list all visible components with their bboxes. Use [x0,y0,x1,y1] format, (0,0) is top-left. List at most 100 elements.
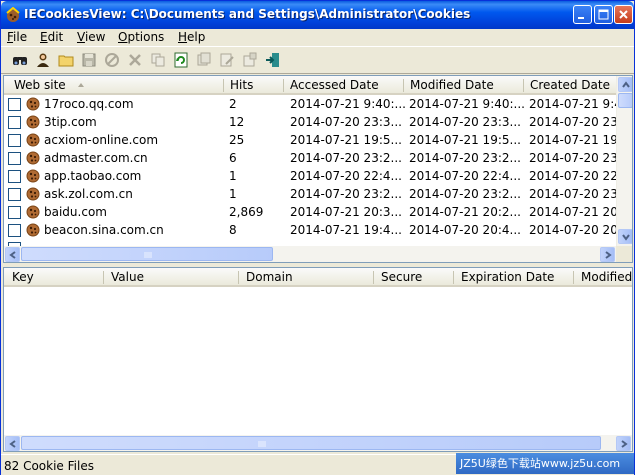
scroll-up-button[interactable] [618,77,632,92]
row-checkbox[interactable] [8,98,21,111]
cell-created-date: 2014-07-21 20:... [529,205,624,219]
menu-options-label: ptions [127,30,165,44]
column-header-secure-label: Secure [381,270,423,284]
edit-cookie-icon[interactable] [242,52,258,68]
column-header-hits-label: Hits [230,78,254,92]
menu-options[interactable]: Options [118,29,164,46]
user-icon[interactable] [35,52,51,68]
window-title: IECookiesView: C:\Documents and Settings… [24,7,471,21]
cell-hits: 2 [229,97,237,111]
table-row[interactable]: acxiom-online.com 25 2014-07-21 19:5... 201… [4,131,624,149]
cookie-details-list[interactable]: Key Value Domain Secure Expiration Date … [3,267,633,452]
binoculars-icon[interactable] [12,52,28,68]
scroll-left-button[interactable] [5,247,20,262]
menu-view-mnemonic: V [77,30,85,44]
column-header-modified-date[interactable]: Modified Date [404,76,524,95]
table-row[interactable]: 3tip.com 12 2014-07-20 23:3... 2014-07-20 2… [4,113,624,131]
block-icon[interactable] [104,52,120,68]
close-button[interactable] [614,5,633,24]
cell-accessed-date: 2014-07-20 23:3... [290,115,402,129]
cookie-icon [26,223,40,237]
row-checkbox[interactable] [8,206,21,219]
details-horizontal-scroll-thumb[interactable] [21,436,601,450]
cell-hits: 12 [229,115,245,129]
scroll-down-button[interactable] [618,229,632,244]
menu-file[interactable]: File [7,29,27,46]
vertical-scroll-thumb[interactable] [618,93,632,108]
cell-web-site: admaster.com.cn [44,151,148,165]
minimize-button[interactable] [573,5,592,24]
cell-web-site: beacon.sina.com.cn [44,223,164,237]
minimize-icon [578,17,584,19]
cell-web-site: 3tip.com [44,115,97,129]
row-checkbox[interactable] [8,134,21,147]
column-header-secure[interactable]: Secure [374,268,454,287]
maximize-button[interactable] [594,5,613,24]
chevron-down-icon [622,234,630,241]
cell-accessed-date: 2014-07-21 19:5... [290,133,402,147]
status-text: 82 Cookie Files [4,459,94,473]
vertical-scrollbar[interactable] [616,76,632,246]
exit-icon[interactable] [265,52,281,68]
cookie-icon [26,115,40,129]
row-checkbox[interactable] [8,116,21,129]
column-header-accessed-date[interactable]: Accessed Date [284,76,404,95]
save-icon[interactable] [81,52,97,68]
table-row[interactable]: ask.zol.com.cn 1 2014-07-20 23:2... 2014-07… [4,185,624,203]
cookies-list[interactable]: Web site Hits Accessed Date Modified Dat… [3,75,633,263]
column-header-expiration-date[interactable]: Expiration Date [454,268,574,287]
menu-edit[interactable]: Edit [40,29,63,46]
row-checkbox[interactable] [8,224,21,237]
details-horizontal-scrollbar[interactable] [4,435,632,451]
cookie-icon [26,205,40,219]
close-icon [619,10,628,19]
horizontal-scroll-thumb[interactable] [21,247,273,261]
refresh-icon[interactable] [173,52,189,68]
row-checkbox[interactable] [8,170,21,183]
scroll-right-button[interactable] [600,247,615,262]
edit-icon[interactable] [219,52,235,68]
column-header-key[interactable]: Key [4,268,104,287]
cell-accessed-date: 2014-07-21 20:3... [290,205,402,219]
cell-modified-date: 2014-07-20 20:4... [409,223,521,237]
cookie-icon [26,169,40,183]
column-header-domain[interactable]: Domain [239,268,374,287]
table-row[interactable]: baidu.com 2,869 2014-07-21 20:3... 2014-07-… [4,203,624,221]
row-checkbox[interactable] [8,152,21,165]
column-header-expiration-date-label: Expiration Date [461,270,555,284]
table-row[interactable]: beacon.sina.com.cn 8 2014-07-21 19:4... 201… [4,221,624,239]
table-row[interactable]: 17roco.qq.com 2 2014-07-21 9:40:... 2014-07… [4,95,624,113]
menu-help[interactable]: Help [178,29,205,46]
app-icon [6,7,20,22]
menu-file-label: ile [13,30,28,44]
details-scroll-left-button[interactable] [5,436,20,451]
copy-cookies-icon[interactable] [196,52,212,68]
column-header-modified[interactable]: Modified [574,268,632,287]
column-header-web-site[interactable]: Web site [4,76,224,95]
column-header-key-label: Key [12,270,34,284]
horizontal-scrollbar[interactable] [4,246,616,262]
cell-accessed-date: 2014-07-21 9:40:... [290,97,405,111]
cell-hits: 1 [229,187,237,201]
column-header-accessed-date-label: Accessed Date [290,78,379,92]
cell-hits: 25 [229,133,245,147]
delete-icon[interactable] [127,52,143,68]
menu-edit-label: dit [47,30,64,44]
table-row[interactable]: admaster.com.cn 6 2014-07-20 23:2... 2014-0… [4,149,624,167]
column-header-value[interactable]: Value [104,268,239,287]
menu-bar: File Edit View Options Help [1,29,634,46]
cell-created-date: 2014-07-20 23:... [529,187,624,201]
column-header-hits[interactable]: Hits [224,76,284,95]
title-bar[interactable]: IECookiesView: C:\Documents and Settings… [1,1,634,29]
folder-icon[interactable] [58,52,74,68]
cell-created-date: 2014-07-20 22:... [529,169,624,183]
table-row[interactable]: app.taobao.com 1 2014-07-20 22:4... 2014-07… [4,167,624,185]
row-checkbox[interactable] [8,188,21,201]
copy-icon[interactable] [150,52,166,68]
cell-hits: 6 [229,151,237,165]
menu-view[interactable]: View [77,29,105,46]
cell-created-date: 2014-07-21 9:4... [529,97,624,111]
cell-accessed-date: 2014-07-20 23:2... [290,187,402,201]
cell-modified-date: 2014-07-20 23:2... [409,151,521,165]
details-scroll-right-button[interactable] [616,436,631,451]
